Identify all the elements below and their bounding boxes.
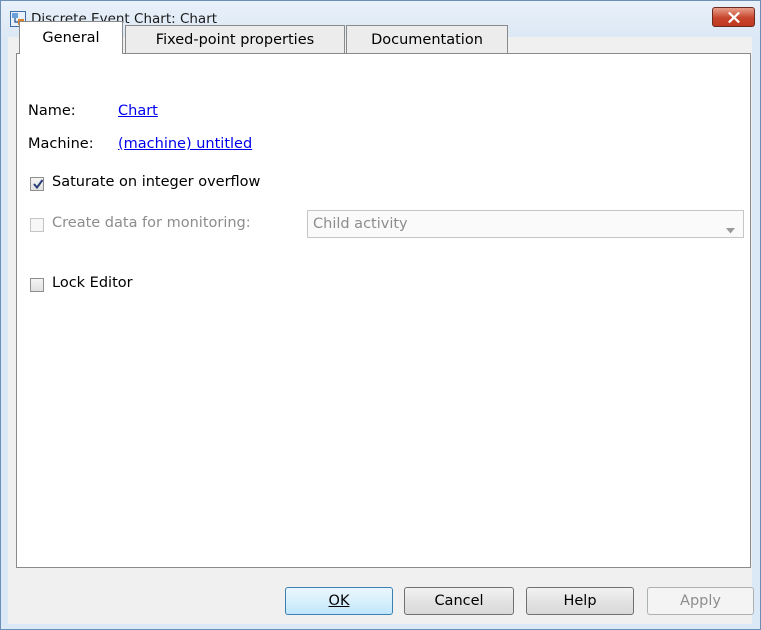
cancel-button[interactable]: Cancel — [404, 587, 514, 615]
checkmark-icon — [33, 179, 44, 190]
tab-general[interactable]: General — [19, 21, 123, 54]
help-button-label: Help — [563, 593, 597, 609]
chart-name-link[interactable]: Chart — [118, 103, 158, 119]
dialog-window: Discrete Event Chart: Chart General Fixe… — [0, 0, 761, 630]
create-monitoring-data-label: Create data for monitoring: — [52, 215, 251, 231]
saturate-label: Saturate on integer overflow — [52, 174, 261, 190]
tab-fixed-point-label: Fixed-point properties — [155, 31, 315, 48]
ok-button-label: OK — [328, 593, 350, 609]
monitoring-dropdown-value: Child activity — [313, 216, 408, 232]
tab-documentation-label: Documentation — [371, 31, 483, 48]
lock-editor-label: Lock Editor — [52, 275, 133, 291]
ok-button[interactable]: OK — [285, 587, 393, 615]
saturate-checkbox[interactable] — [30, 177, 44, 191]
machine-label: Machine: — [28, 136, 94, 152]
tab-general-label: General — [42, 30, 100, 46]
help-button[interactable]: Help — [526, 587, 634, 615]
chevron-down-icon — [726, 222, 735, 238]
machine-link[interactable]: (machine) untitled — [118, 136, 252, 152]
general-tab-panel — [16, 53, 751, 568]
tab-documentation[interactable]: Documentation — [346, 25, 508, 53]
monitoring-dropdown[interactable]: Child activity — [307, 210, 744, 238]
close-icon — [727, 11, 740, 23]
apply-button[interactable]: Apply — [647, 587, 754, 615]
apply-button-label: Apply — [680, 593, 721, 609]
close-button[interactable] — [712, 7, 755, 27]
name-label: Name: — [28, 103, 76, 119]
lock-editor-checkbox[interactable] — [30, 278, 44, 292]
tab-fixed-point-properties[interactable]: Fixed-point properties — [125, 25, 345, 53]
create-monitoring-data-checkbox[interactable] — [30, 218, 44, 232]
cancel-button-label: Cancel — [434, 593, 484, 609]
